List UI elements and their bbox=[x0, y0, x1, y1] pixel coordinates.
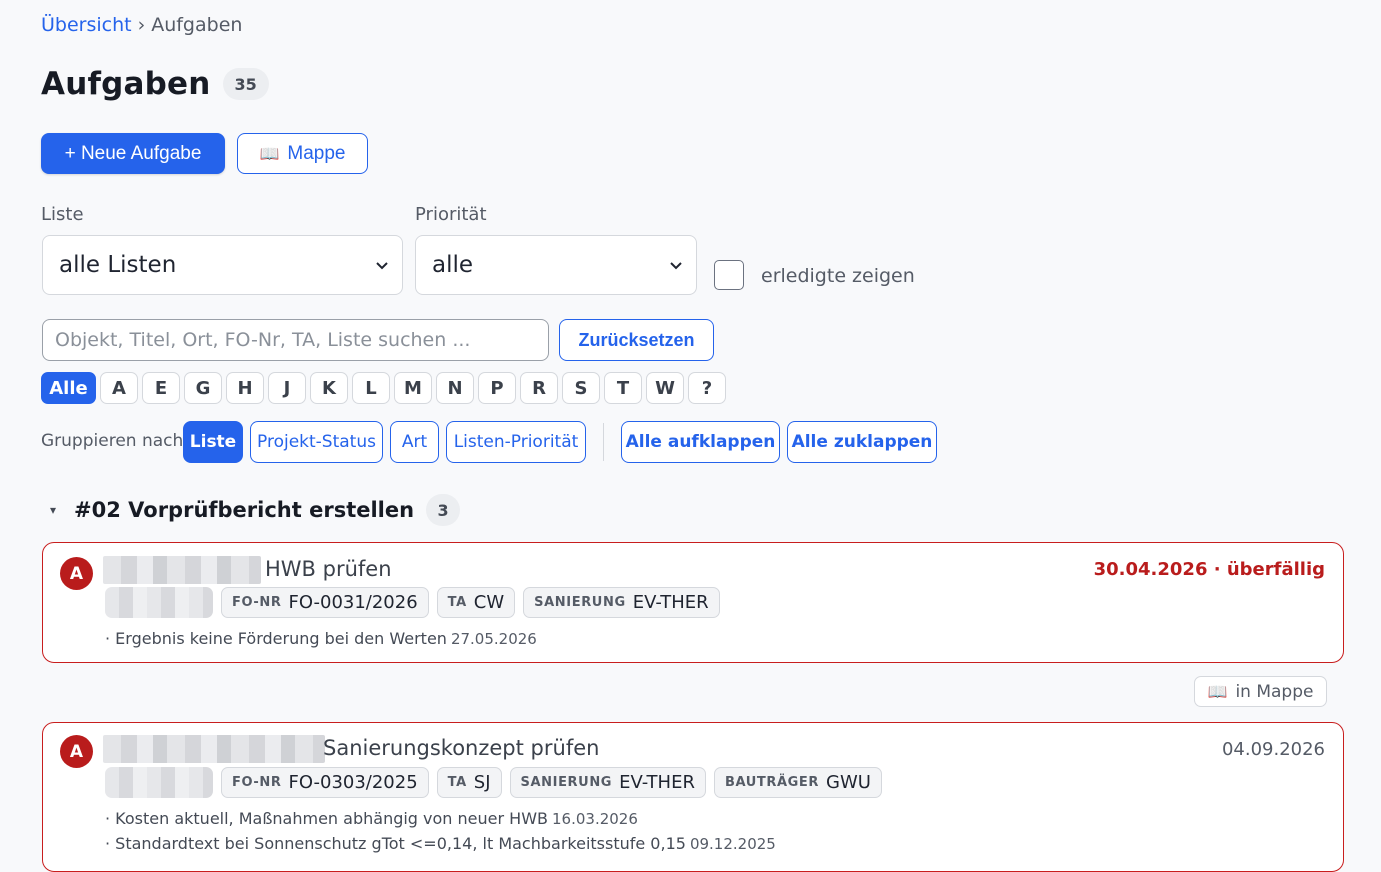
list-filter-label: Liste bbox=[41, 204, 84, 225]
task-title[interactable]: HWB prüfen bbox=[265, 557, 392, 581]
priority-badge: A bbox=[60, 735, 93, 768]
tag-ta: TA CW bbox=[436, 587, 516, 618]
letter-filter-all[interactable]: Alle bbox=[41, 372, 96, 404]
breadcrumb-current: Aufgaben bbox=[151, 14, 243, 36]
priority-select-value: alle bbox=[432, 252, 474, 278]
task-title[interactable]: Sanierungskonzept prüfen bbox=[323, 736, 599, 760]
chevron-down-icon bbox=[376, 262, 388, 270]
task-card[interactable]: A Sanierungskonzept prüfen 04.09.2026 FO… bbox=[42, 722, 1344, 872]
letter-filter: Alle A E G H J K L M N P R S T W ? bbox=[41, 372, 726, 404]
tag-sanierung: SANIERUNG EV-THER bbox=[509, 767, 706, 798]
new-task-button[interactable]: + Neue Aufgabe bbox=[41, 133, 225, 174]
letter-filter-n[interactable]: N bbox=[436, 372, 474, 404]
tag-fo-nr: FO-NR FO-0303/2025 bbox=[221, 767, 429, 798]
letter-filter-r[interactable]: R bbox=[520, 372, 558, 404]
tag-fo-nr: FO-NR FO-0031/2026 bbox=[221, 587, 429, 618]
in-folder-label: in Mappe bbox=[1235, 681, 1314, 702]
tag-sanierung: SANIERUNG EV-THER bbox=[523, 587, 720, 618]
toolbar-divider bbox=[603, 423, 604, 461]
group-title: #02 Vorprüfbericht erstellen bbox=[74, 498, 415, 522]
priority-filter-label: Priorität bbox=[415, 204, 487, 225]
tag-list: FO-NR FO-0031/2026 TA CW SANIERUNG EV-THER bbox=[105, 587, 720, 618]
letter-filter-h[interactable]: H bbox=[226, 372, 264, 404]
task-card[interactable]: A HWB prüfen 30.04.2026 · überfällig FO-… bbox=[42, 542, 1344, 663]
page-title: Aufgaben bbox=[41, 66, 211, 102]
redacted-object-name bbox=[103, 556, 261, 584]
tag-ta: TA SJ bbox=[436, 767, 502, 798]
priority-badge: A bbox=[60, 557, 93, 590]
redacted-object-name bbox=[103, 735, 325, 763]
letter-filter-m[interactable]: M bbox=[394, 372, 432, 404]
tag-bautraeger: BAUTRÄGER GWU bbox=[713, 767, 882, 798]
in-folder-button[interactable]: 📖 in Mappe bbox=[1194, 676, 1327, 707]
due-date: 30.04.2026 · überfällig bbox=[1093, 559, 1325, 580]
group-header[interactable]: ▾ #02 Vorprüfbericht erstellen 3 bbox=[50, 494, 461, 526]
chevron-down-icon bbox=[670, 262, 682, 270]
redacted-tag bbox=[105, 587, 213, 618]
letter-filter-t[interactable]: T bbox=[604, 372, 642, 404]
expand-all-button[interactable]: Alle aufklappen bbox=[621, 421, 780, 463]
folder-button-label: Mappe bbox=[287, 142, 346, 164]
page-header: Aufgaben 35 bbox=[41, 66, 269, 102]
list-select-value: alle Listen bbox=[59, 252, 177, 278]
letter-filter-l[interactable]: L bbox=[352, 372, 390, 404]
letter-filter-s[interactable]: S bbox=[562, 372, 600, 404]
tag-list: FO-NR FO-0303/2025 TA SJ SANIERUNG EV-THER … bbox=[105, 767, 882, 798]
task-note: · Ergebnis keine Förderung bei den Werte… bbox=[105, 629, 537, 648]
search-input[interactable] bbox=[42, 319, 549, 361]
letter-filter-k[interactable]: K bbox=[310, 372, 348, 404]
collapse-all-button[interactable]: Alle zuklappen bbox=[787, 421, 937, 463]
letter-filter-j[interactable]: J bbox=[268, 372, 306, 404]
letter-filter-other[interactable]: ? bbox=[688, 372, 726, 404]
group-by-project-status[interactable]: Projekt-Status bbox=[250, 421, 383, 463]
task-note: · Kosten aktuell, Maßnahmen abhängig von… bbox=[105, 809, 638, 828]
redacted-tag bbox=[105, 767, 213, 798]
task-count-badge: 35 bbox=[222, 68, 269, 100]
folder-button[interactable]: 📖 Mappe bbox=[237, 133, 368, 174]
breadcrumb-separator: › bbox=[137, 14, 146, 36]
priority-select[interactable]: alle bbox=[415, 235, 697, 295]
letter-filter-a[interactable]: A bbox=[100, 372, 138, 404]
group-by-type[interactable]: Art bbox=[390, 421, 439, 463]
breadcrumb: Übersicht › Aufgaben bbox=[41, 14, 242, 36]
group-by-list-priority[interactable]: Listen-Priorität bbox=[446, 421, 586, 463]
letter-filter-g[interactable]: G bbox=[184, 372, 222, 404]
group-by-label: Gruppieren nach bbox=[41, 431, 184, 451]
show-done-checkbox[interactable] bbox=[714, 260, 744, 290]
due-date: 04.09.2026 bbox=[1221, 739, 1325, 760]
book-icon: 📖 bbox=[1207, 682, 1228, 701]
reset-button[interactable]: Zurücksetzen bbox=[559, 319, 714, 361]
task-note: · Standardtext bei Sonnenschutz gTot <=0… bbox=[105, 834, 776, 853]
letter-filter-e[interactable]: E bbox=[142, 372, 180, 404]
book-icon: 📖 bbox=[259, 145, 280, 163]
group-count-badge: 3 bbox=[426, 494, 461, 526]
list-select[interactable]: alle Listen bbox=[42, 235, 403, 295]
letter-filter-w[interactable]: W bbox=[646, 372, 684, 404]
letter-filter-p[interactable]: P bbox=[478, 372, 516, 404]
show-done-label: erledigte zeigen bbox=[761, 265, 915, 287]
collapse-toggle-icon[interactable]: ▾ bbox=[50, 503, 56, 517]
breadcrumb-link-overview[interactable]: Übersicht bbox=[41, 14, 132, 36]
group-by-list[interactable]: Liste bbox=[183, 421, 243, 463]
